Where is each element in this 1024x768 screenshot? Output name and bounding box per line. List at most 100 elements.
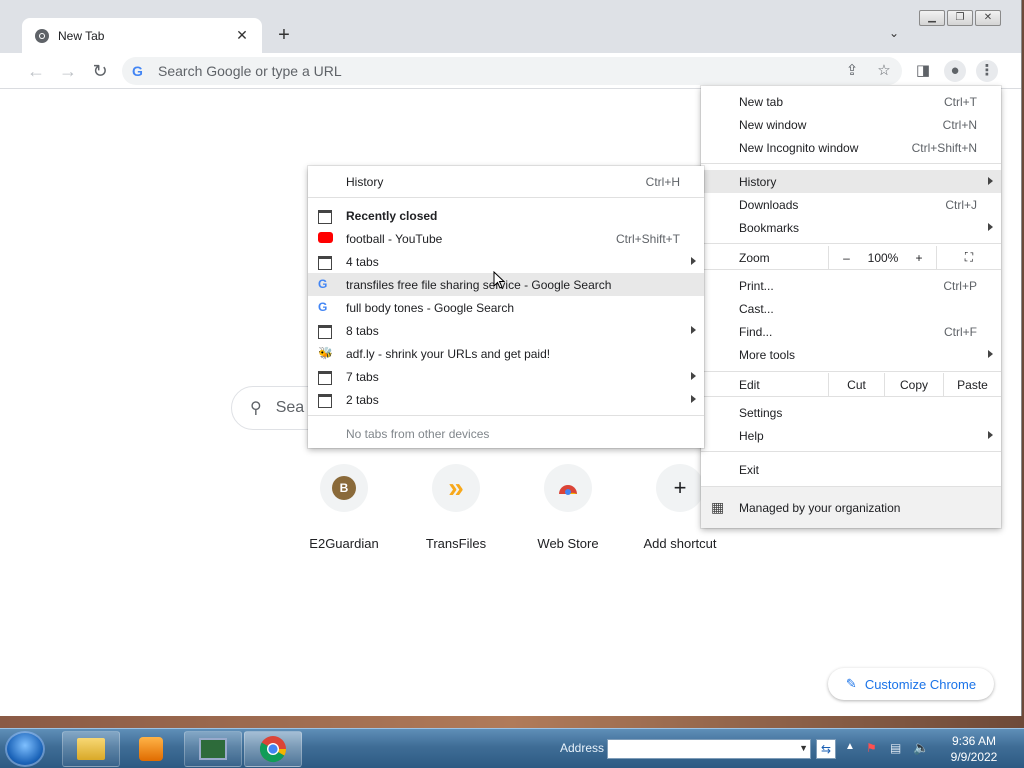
menu-item-managed[interactable]: ▦ Managed by your organization bbox=[701, 487, 1001, 528]
start-button[interactable] bbox=[5, 731, 45, 767]
go-icon[interactable]: ⇆ bbox=[816, 739, 836, 759]
explorer-taskbar-icon[interactable] bbox=[62, 731, 120, 767]
tabs-icon bbox=[318, 371, 332, 385]
menu-item-new-window[interactable]: New window Ctrl+N bbox=[701, 113, 1001, 136]
close-icon[interactable]: ✕ bbox=[234, 27, 250, 44]
dropdown-arrow-icon[interactable]: ▼ bbox=[799, 743, 808, 753]
menu-label: New tab bbox=[739, 94, 784, 109]
star-icon[interactable]: ☆ bbox=[873, 60, 895, 82]
copy-button[interactable]: Copy bbox=[884, 373, 943, 396]
adfly-icon: 🐝 bbox=[318, 346, 333, 360]
plus-icon: + bbox=[673, 475, 687, 500]
menu-item-help[interactable]: Help bbox=[701, 424, 1001, 447]
history-item[interactable]: 7 tabs bbox=[308, 365, 704, 388]
monitor-icon bbox=[199, 738, 227, 760]
menu-item-exit[interactable]: Exit bbox=[701, 458, 1001, 481]
menu-label: Edit bbox=[739, 377, 760, 392]
clock-date: 9/9/2022 bbox=[950, 750, 998, 764]
menu-item-settings[interactable]: Settings bbox=[701, 401, 1001, 424]
menu-label: Help bbox=[739, 428, 764, 443]
history-item[interactable]: G full body tones - Google Search bbox=[308, 296, 704, 319]
history-item[interactable]: football - YouTube Ctrl+Shift+T bbox=[308, 227, 704, 250]
shortcut-e2guardian[interactable]: B E2Guardian bbox=[288, 464, 400, 551]
menu-separator bbox=[308, 197, 704, 198]
submenu-arrow-icon bbox=[691, 257, 696, 265]
history-item[interactable]: 8 tabs bbox=[308, 319, 704, 342]
history-item-label: 7 tabs bbox=[346, 369, 379, 384]
menu-label: Exit bbox=[739, 462, 760, 477]
history-item-label: 2 tabs bbox=[346, 392, 379, 407]
close-window-button[interactable]: ✕ bbox=[975, 10, 1001, 26]
share-icon[interactable]: ⇪ bbox=[841, 60, 863, 82]
menu-item-new-tab[interactable]: New tab Ctrl+T bbox=[701, 90, 1001, 113]
history-item[interactable]: 2 tabs bbox=[308, 388, 704, 411]
zoom-in-button[interactable]: + bbox=[902, 246, 936, 269]
menu-label: Print... bbox=[739, 278, 774, 293]
tab-strip: New Tab ✕ + ⌄ ▁ ❐ ✕ bbox=[0, 0, 1021, 53]
history-item[interactable]: 🐝 adf.ly - shrink your URLs and get paid… bbox=[308, 342, 704, 365]
menu-item-find[interactable]: Find... Ctrl+F bbox=[701, 320, 1001, 343]
volume-icon[interactable]: 🔈 bbox=[913, 740, 929, 756]
address-label: Address bbox=[560, 741, 605, 755]
tabs-icon bbox=[318, 325, 332, 339]
customize-chrome-button[interactable]: ✎ Customize Chrome bbox=[828, 668, 994, 700]
history-item-label: adf.ly - shrink your URLs and get paid! bbox=[346, 346, 551, 361]
menu-item-more-tools[interactable]: More tools bbox=[701, 343, 1001, 366]
minimize-button[interactable]: ▁ bbox=[919, 10, 945, 26]
history-item[interactable]: G transfiles free file sharing service -… bbox=[308, 273, 704, 296]
submenu-arrow-icon bbox=[988, 223, 993, 231]
chrome-taskbar-icon[interactable] bbox=[244, 731, 302, 767]
menu-item-bookmarks[interactable]: Bookmarks bbox=[701, 216, 1001, 239]
back-icon[interactable]: ← bbox=[24, 59, 48, 83]
address-input[interactable]: ▼ bbox=[607, 739, 811, 759]
clock[interactable]: 9:36 AM 9/9/2022 bbox=[944, 733, 1004, 765]
transfiles-icon: » bbox=[448, 472, 464, 503]
side-panel-icon[interactable]: ◨ bbox=[912, 60, 934, 82]
clock-time: 9:36 AM bbox=[951, 734, 997, 748]
maximize-button[interactable]: ❐ bbox=[947, 10, 973, 26]
cut-button[interactable]: Cut bbox=[828, 373, 884, 396]
history-item[interactable]: 4 tabs bbox=[308, 250, 704, 273]
shortcut-icon-bg: B bbox=[320, 464, 368, 512]
tab-new-tab[interactable]: New Tab ✕ bbox=[22, 18, 262, 53]
show-hidden-icons-icon[interactable]: ▲ bbox=[845, 741, 855, 752]
menu-item-incognito[interactable]: New Incognito window Ctrl+Shift+N bbox=[701, 136, 1001, 159]
recently-closed-header: Recently closed bbox=[308, 204, 704, 227]
history-menu-history[interactable]: History Ctrl+H bbox=[308, 170, 704, 193]
menu-label: Managed by your organization bbox=[739, 500, 901, 515]
ntp-search-placeholder: Sea bbox=[275, 399, 305, 416]
web-store-icon bbox=[559, 485, 577, 495]
kebab-menu-icon[interactable]: ⋮ bbox=[976, 60, 998, 82]
menu-item-downloads[interactable]: Downloads Ctrl+J bbox=[701, 193, 1001, 216]
profile-icon[interactable]: ● bbox=[944, 60, 966, 82]
menu-separator bbox=[308, 415, 704, 416]
menu-label: History bbox=[346, 174, 384, 189]
forward-icon[interactable]: → bbox=[56, 59, 80, 83]
network-taskbar-icon[interactable] bbox=[184, 731, 242, 767]
submenu-arrow-icon bbox=[691, 326, 696, 334]
shortcut-transfiles[interactable]: » TransFiles bbox=[400, 464, 512, 551]
new-tab-button[interactable]: + bbox=[272, 24, 296, 48]
fullscreen-icon[interactable]: ⛶ bbox=[936, 246, 1001, 269]
shortcut-web-store[interactable]: Web Store bbox=[512, 464, 624, 551]
customize-label: Customize Chrome bbox=[864, 676, 977, 692]
menu-item-print[interactable]: Print... Ctrl+P bbox=[701, 274, 1001, 297]
section-heading: Recently closed bbox=[346, 208, 438, 223]
chrome-icon bbox=[259, 736, 287, 763]
shortcut-label: E2Guardian bbox=[309, 536, 379, 551]
google-icon: G bbox=[318, 300, 328, 314]
action-center-icon[interactable]: ⚑ bbox=[866, 741, 877, 755]
menu-label: Settings bbox=[739, 405, 783, 420]
tabs-icon bbox=[318, 394, 332, 408]
zoom-out-button[interactable]: – bbox=[828, 246, 864, 269]
reload-icon[interactable]: ↻ bbox=[88, 59, 112, 83]
menu-shortcut: Ctrl+Shift+N bbox=[911, 140, 977, 155]
omnibox[interactable]: G Search Google or type a URL bbox=[122, 57, 902, 85]
chevron-down-icon[interactable]: ⌄ bbox=[884, 26, 904, 46]
network-icon[interactable]: ▤ bbox=[890, 741, 901, 755]
menu-item-history[interactable]: History bbox=[701, 170, 1001, 193]
paste-button[interactable]: Paste bbox=[943, 373, 1001, 396]
menu-item-cast[interactable]: Cast... bbox=[701, 297, 1001, 320]
media-player-taskbar-icon[interactable] bbox=[122, 731, 180, 767]
search-icon: ⚲ bbox=[250, 400, 262, 417]
